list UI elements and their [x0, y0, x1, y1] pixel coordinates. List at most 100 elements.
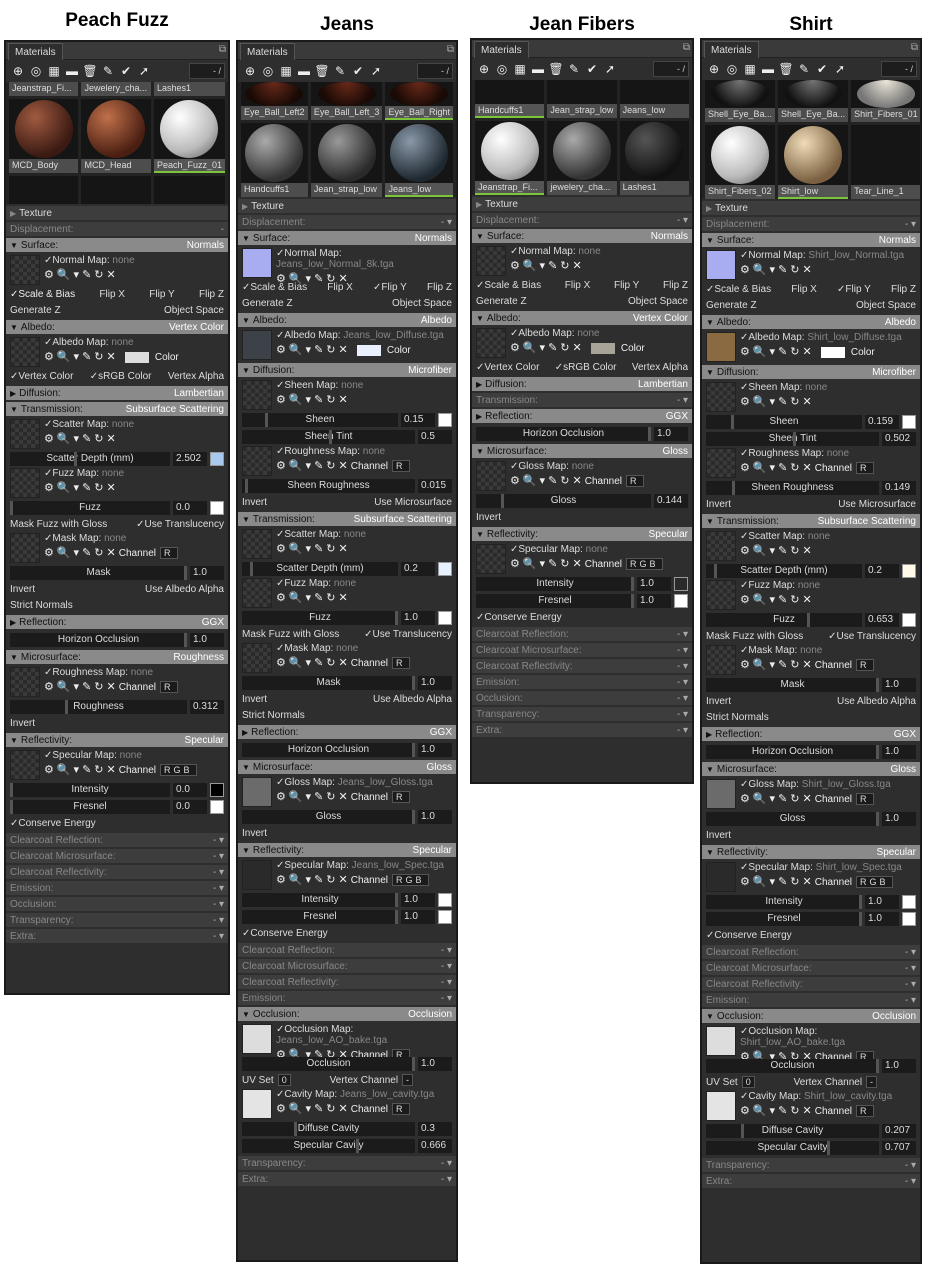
- channel-select[interactable]: R: [392, 1103, 410, 1115]
- flip-y-checkbox[interactable]: ✓Flip Y: [373, 282, 407, 293]
- specular-map-slot[interactable]: ✓Specular Map: Jeans_low_Spec.tga ⚙🔍▾✎↻✕C…: [238, 859, 456, 891]
- material-thumb[interactable]: Lashes1: [619, 121, 689, 195]
- surface-section[interactable]: ▼ Surface: Normals: [238, 231, 456, 245]
- sheen-tint-slider[interactable]: Sheen Tint 0.502: [702, 430, 920, 447]
- materials-tab[interactable]: Materials: [240, 43, 295, 60]
- scale-bias-checkbox[interactable]: ✓Scale & Bias: [10, 289, 75, 300]
- gloss-slider[interactable]: Gloss 0.144: [472, 492, 692, 509]
- flip-x-checkbox[interactable]: Flip X: [565, 280, 591, 291]
- use-translucency-checkbox[interactable]: ✓Use Translucency: [136, 519, 224, 530]
- map-tool-icons[interactable]: ⚙🔍▾✎↻✕: [740, 263, 904, 276]
- sheen-slider[interactable]: Sheen 0.159: [702, 413, 920, 430]
- map-thumbnail[interactable]: [242, 860, 272, 890]
- mask-map-slot[interactable]: ✓Mask Map: none ⚙🔍▾✎↻✕Channel R: [238, 642, 456, 674]
- flip-x-checkbox[interactable]: Flip X: [791, 284, 817, 295]
- mask-map-slot[interactable]: ✓Mask Map: none ⚙🔍▾✎↻✕Channel R: [6, 532, 228, 564]
- texture-section[interactable]: ▶ Texture: [6, 206, 228, 220]
- disabled-section[interactable]: Extra: - ▾: [702, 1174, 920, 1188]
- mask-slider[interactable]: Mask 1.0: [702, 676, 920, 693]
- flip-z-checkbox[interactable]: Flip Z: [199, 289, 224, 300]
- fuzz-map-slot[interactable]: ✓Fuzz Map: none ⚙🔍▾✎↻✕: [702, 579, 920, 611]
- invert-checkbox[interactable]: Invert: [10, 718, 35, 729]
- map-thumbnail[interactable]: [706, 250, 736, 280]
- gloss-slider[interactable]: Gloss 1.0: [702, 810, 920, 827]
- disabled-section[interactable]: Clearcoat Reflection: - ▾: [702, 945, 920, 959]
- map-thumbnail[interactable]: [242, 248, 272, 278]
- mask-slider[interactable]: Mask 1.0: [238, 674, 456, 691]
- channel-select[interactable]: R: [856, 462, 874, 474]
- vertex-color-checkbox[interactable]: ✓Vertex Color: [476, 362, 539, 373]
- texture-section[interactable]: ▶ Texture: [702, 201, 920, 215]
- popout-icon[interactable]: ⧉: [683, 42, 690, 53]
- normal-map-slot[interactable]: ✓Normal Map: none ⚙🔍▾✎↻✕: [6, 254, 228, 286]
- use-translucency-checkbox[interactable]: ✓Use Translucency: [828, 631, 916, 642]
- albedo-map-slot[interactable]: ✓Albedo Map: Jeans_low_Diffuse.tga ⚙🔍▾✎↻✕…: [238, 329, 456, 361]
- materials-tab[interactable]: Materials: [474, 41, 529, 58]
- map-thumbnail[interactable]: [242, 380, 272, 410]
- disabled-section[interactable]: Transparency: - ▾: [238, 1156, 456, 1170]
- displacement-section[interactable]: Displacement: -: [6, 222, 228, 236]
- material-thumb[interactable]: Jeans_low: [619, 80, 689, 118]
- channel-select[interactable]: R: [856, 793, 874, 805]
- map-tool-icons[interactable]: ⚙🔍▾✎↻✕ Color: [276, 343, 444, 356]
- material-thumb[interactable]: jewelery_cha...: [547, 121, 617, 195]
- duplicate-icon[interactable]: ◎: [27, 64, 45, 78]
- map-thumbnail[interactable]: [10, 337, 40, 367]
- reflectivity-section[interactable]: ▼ Reflectivity: Specular: [6, 733, 228, 747]
- displacement-section[interactable]: Displacement: - ▾: [238, 215, 456, 229]
- object-space-checkbox[interactable]: Object Space: [392, 298, 452, 309]
- disabled-section[interactable]: Emission: - ▾: [238, 991, 456, 1005]
- albedo-map-slot[interactable]: ✓Albedo Map: none ⚙🔍▾✎↻✕ Color: [6, 336, 228, 368]
- map-thumbnail[interactable]: [476, 544, 506, 574]
- map-thumbnail[interactable]: [706, 779, 736, 809]
- use-microsurface-checkbox[interactable]: Use Microsurface: [838, 499, 916, 510]
- gloss-slider[interactable]: Gloss 1.0: [238, 808, 456, 825]
- disabled-section[interactable]: Clearcoat Reflection: - ▾: [472, 627, 692, 641]
- materials-tab[interactable]: Materials: [704, 41, 759, 58]
- sheen-slider[interactable]: Sheen 0.15: [238, 411, 456, 428]
- normal-map-slot[interactable]: ✓Normal Map: Jeans_low_Normal_8k.tga ⚙🔍▾✎…: [238, 247, 456, 285]
- map-thumbnail[interactable]: [706, 531, 736, 561]
- fresnel-slider[interactable]: Fresnel 1.0: [472, 592, 692, 609]
- eyedropper-icon[interactable]: ✎: [99, 64, 117, 78]
- transmission-section[interactable]: ▼ Transmission: Subsurface Scattering: [238, 512, 456, 526]
- material-thumb[interactable]: Eye_Ball_Right: [385, 82, 453, 120]
- microsurface-section[interactable]: ▼ Microsurface: Gloss: [238, 760, 456, 774]
- disabled-section[interactable]: Clearcoat Reflectivity: - ▾: [238, 975, 456, 989]
- map-thumbnail[interactable]: [10, 468, 40, 498]
- use-albedo-alpha-checkbox[interactable]: Use Albedo Alpha: [145, 584, 224, 595]
- srgb-checkbox[interactable]: ✓sRGB Color: [90, 371, 152, 382]
- scatter-depth-slider[interactable]: Scatter Depth (mm) 0.2: [238, 560, 456, 577]
- import-icon[interactable]: ➚: [601, 62, 619, 76]
- popout-icon[interactable]: ⧉: [447, 44, 454, 55]
- map-tool-icons[interactable]: ⚙🔍▾✎↻✕Channel R: [740, 1104, 892, 1117]
- diffuse-cavity-slider[interactable]: Diffuse Cavity 0.207: [702, 1122, 920, 1139]
- duplicate-icon[interactable]: ◎: [493, 62, 511, 76]
- object-space-checkbox[interactable]: Object Space: [164, 305, 224, 316]
- roughness-map-slot[interactable]: ✓Roughness Map: none ⚙🔍▾✎↻✕Channel R: [238, 445, 456, 477]
- occlusion-map-slot[interactable]: ✓Occlusion Map: Jeans_low_AO_bake.tga ⚙🔍▾…: [238, 1023, 456, 1061]
- conserve-energy-checkbox[interactable]: ✓Conserve Energy: [242, 928, 328, 939]
- horizon-occlusion-slider[interactable]: Horizon Occlusion 1.0: [472, 425, 692, 442]
- map-tool-icons[interactable]: ⚙🔍▾✎↻✕Channel RGB: [44, 763, 197, 776]
- strict-normals-checkbox[interactable]: Strict Normals: [10, 600, 73, 611]
- roughness-map-slot[interactable]: ✓Roughness Map: none ⚙🔍▾✎↻✕Channel R: [6, 666, 228, 698]
- eyedropper-icon[interactable]: ✎: [331, 64, 349, 78]
- use-microsurface-checkbox[interactable]: Use Microsurface: [374, 497, 452, 508]
- eyedropper-icon[interactable]: ✎: [795, 62, 813, 76]
- cavity-map-slot[interactable]: ✓Cavity Map: Shirt_low_cavity.tga ⚙🔍▾✎↻✕C…: [702, 1090, 920, 1122]
- specular-cavity-slider[interactable]: Specular Cavity 0.707: [702, 1139, 920, 1156]
- material-thumb-selected[interactable]: Jeans_low: [385, 123, 453, 197]
- folder-icon[interactable]: ▬: [529, 62, 547, 76]
- horizon-occlusion-slider[interactable]: Horizon Occlusion 1.0: [238, 741, 456, 758]
- map-thumbnail[interactable]: [242, 643, 272, 673]
- vertex-color-checkbox[interactable]: ✓Vertex Color: [10, 371, 73, 382]
- specular-map-slot[interactable]: ✓Specular Map: Shirt_low_Spec.tga ⚙🔍▾✎↻✕C…: [702, 861, 920, 893]
- scatter-depth-slider[interactable]: Scatter Depth (mm) 0.2: [702, 562, 920, 579]
- flip-z-checkbox[interactable]: Flip Z: [427, 282, 452, 293]
- plus-circle-icon[interactable]: ⊕: [475, 62, 493, 76]
- map-tool-icons[interactable]: ⚙🔍▾✎↻✕Channel R: [44, 546, 178, 559]
- import-icon[interactable]: ➚: [831, 62, 849, 76]
- scale-bias-checkbox[interactable]: ✓Scale & Bias: [476, 280, 541, 291]
- sheen-roughness-slider[interactable]: Sheen Roughness 0.149: [702, 479, 920, 496]
